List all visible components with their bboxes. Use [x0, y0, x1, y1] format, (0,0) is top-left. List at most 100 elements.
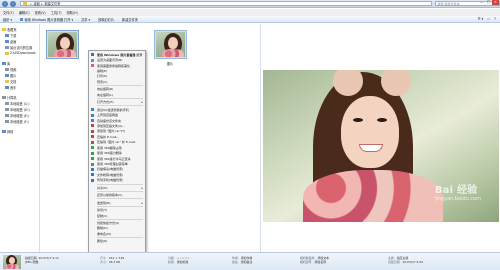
menu-item-icon	[91, 146, 94, 150]
back-button[interactable]: ‹	[2, 0, 8, 7]
window-controls: — □ ✕	[478, 0, 499, 5]
menu-item-label: 通过QQ发送到我的手机	[97, 107, 129, 112]
menu-item-icon	[91, 227, 94, 230]
context-menu: 使用 Windows 照片查看器 打开 设置为桌面背景(B) 使用美图秀秀编辑和美化…	[88, 50, 146, 264]
menu-item-label: 属性(R)	[97, 239, 108, 244]
context-menu-item[interactable]: 向左旋转(L)	[89, 92, 145, 97]
preview-image: Bai 经验 jingyan.baidu.com	[263, 70, 499, 222]
menu-edit[interactable]: 编辑(E)	[19, 10, 30, 15]
menu-item-label: 使用 360解除占用	[97, 145, 122, 150]
photo-thumbnail	[156, 32, 185, 57]
menu-item-icon	[91, 194, 94, 197]
menu-item-label: 压缩并 E-mail...	[97, 134, 120, 139]
menu-item-label: 预览(V)	[97, 79, 108, 84]
search-placeholder: 搜索 新建文件夹	[437, 1, 460, 6]
context-menu-item[interactable]: 打开方式(H) ▸	[89, 100, 145, 105]
menu-item-icon	[91, 135, 94, 139]
star-icon	[2, 27, 6, 31]
open-with-viewer-button[interactable]: 使用 Windows 照片查看器 打开 ▾	[20, 17, 73, 22]
sidebar-network[interactable]: 网络	[0, 128, 39, 134]
drive-icon	[5, 107, 9, 111]
menu-tools[interactable]: 工具(T)	[51, 10, 62, 15]
title-field[interactable]: 添加标题	[177, 260, 189, 264]
menu-item-icon	[91, 129, 94, 133]
document-icon	[5, 79, 9, 83]
slideshow-button[interactable]: 放映幻灯片	[98, 17, 114, 22]
context-menu-item[interactable]: 重命名(M)	[89, 231, 145, 236]
submenu-arrow-icon: ▸	[141, 185, 143, 190]
menu-file[interactable]: 文件(F)	[3, 10, 14, 15]
menu-item-label: 编辑(E)	[97, 69, 108, 74]
file-thumbnail-selected[interactable]	[46, 30, 79, 59]
share-button[interactable]: 共享 ▾	[81, 17, 90, 22]
details-column-1: 拍摄日期: 2015/5/7 9:12 JPEG 图像	[25, 256, 59, 265]
context-menu-item[interactable]: 还原以前的版本(V)	[89, 193, 145, 198]
context-menu-item[interactable]: 发送到(N) ▸	[89, 200, 145, 205]
file-list: 图片	[41, 24, 259, 252]
preview-pane: Bai 经验 jingyan.baidu.com	[260, 24, 500, 252]
context-menu-item[interactable]: 共享(H) ▸	[89, 185, 145, 190]
recent-icon	[5, 45, 9, 49]
context-menu-item[interactable]: 传到手机(电脑管家)	[89, 178, 145, 183]
close-button[interactable]: ✕	[492, 0, 499, 5]
details-thumbnail	[3, 255, 21, 269]
menu-item-icon	[91, 178, 94, 182]
minimize-button[interactable]: —	[478, 0, 485, 5]
menu-help[interactable]: 帮助(H)	[66, 10, 77, 15]
file-thumbnail[interactable]	[154, 30, 187, 59]
menu-item-icon	[91, 140, 94, 144]
menu-item-icon	[91, 214, 94, 217]
menu-item-icon	[91, 232, 94, 235]
menu-item-label: 使用 360进行木马云查杀	[97, 156, 131, 161]
breadcrumb-folder[interactable]: 新建文件夹	[44, 1, 60, 6]
menu-item-label: 添加到压缩文件(A)...	[97, 123, 126, 128]
menu-item-label: 向左旋转(L)	[97, 92, 114, 97]
menu-item-icon	[91, 167, 94, 171]
photo-viewer-icon	[20, 17, 23, 21]
network-icon	[2, 129, 6, 133]
picture-icon	[5, 73, 9, 77]
drive-icon	[5, 101, 9, 105]
submenu-arrow-icon: ▸	[141, 100, 143, 105]
menu-item-label: 向右旋转(R)	[97, 87, 114, 92]
new-folder-button[interactable]: 新建文件夹	[122, 17, 138, 22]
menu-item-label: 发送到(N)	[97, 200, 111, 205]
forward-button[interactable]: ›	[9, 0, 16, 7]
details-column-4: 作者: 添加作者 备注: 添加备注	[232, 256, 253, 265]
drive-icon	[5, 119, 9, 123]
menu-item-label: 使用 360管理右键菜单	[97, 162, 128, 167]
help-icon[interactable]: ?	[494, 17, 496, 21]
menu-item-icon	[91, 221, 94, 224]
baidu-watermark: Bai 经验 jingyan.baidu.com	[434, 185, 481, 202]
preview-pane-icon[interactable]: ▭	[487, 17, 490, 21]
context-menu-item[interactable]: 预览(V)	[89, 79, 145, 84]
menu-item-label: 自动备份该文件夹	[97, 118, 122, 123]
organize-button[interactable]: 组织 ▾	[3, 17, 12, 22]
menu-item-label: 使用美图秀秀编辑和美化	[97, 63, 131, 68]
menu-item-label: 还原以前的版本(V)	[97, 193, 123, 198]
context-menu-item[interactable]: 复制(C)	[89, 213, 145, 218]
menu-item-icon	[91, 240, 94, 243]
comment-field[interactable]: 添加备注	[241, 260, 253, 264]
breadcrumb-desktop[interactable]: 桌面	[33, 1, 39, 6]
menu-item-label: 删除(D)	[97, 226, 108, 231]
explorer-window: ‹ › ▸ 桌面 ▸ 新建文件夹 搜索 新建文件夹 ⌕ — □ ✕ 文件(F) …	[0, 0, 500, 270]
menu-view[interactable]: 查看(V)	[35, 10, 46, 15]
menu-item-icon	[91, 113, 94, 117]
camera-model-field[interactable]: 添加名称	[315, 260, 327, 264]
context-menu-item[interactable]: 属性(R)	[89, 239, 145, 244]
file-name-label[interactable]: 图片	[150, 61, 190, 66]
menu-item-label: 创建快捷方式(S)	[97, 220, 120, 225]
desktop-icon	[5, 39, 9, 43]
menu-item-label: 使用 Windows 照片查看器 打开	[97, 52, 143, 57]
view-mode-icon[interactable]: ☰ ▾	[478, 17, 483, 21]
menu-item-label: 添加到 "图片.rar"(T)	[97, 129, 126, 134]
menu-item-icon	[91, 70, 94, 73]
menu-item-label: 复制(C)	[97, 213, 108, 218]
folder-icon	[22, 2, 27, 5]
menu-item-icon	[91, 157, 94, 161]
menu-item-label: 上传到百度网盘	[97, 113, 119, 118]
address-bar-row: ‹ › ▸ 桌面 ▸ 新建文件夹 搜索 新建文件夹 ⌕ — □ ✕	[0, 0, 500, 8]
maximize-button[interactable]: □	[485, 0, 492, 5]
address-bar[interactable]: ▸ 桌面 ▸ 新建文件夹	[19, 0, 432, 7]
